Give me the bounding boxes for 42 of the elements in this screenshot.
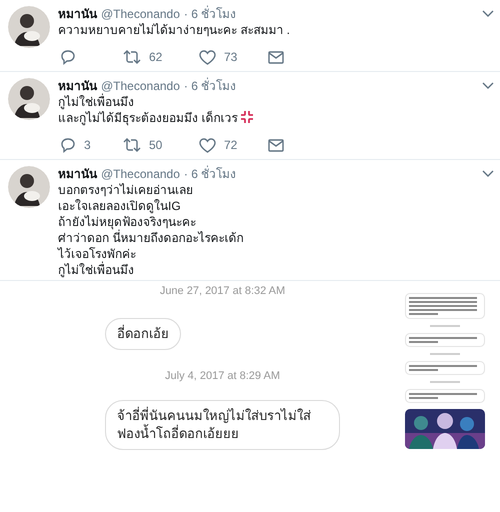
- count: 73: [224, 49, 238, 66]
- timestamp[interactable]: · 6 ชั่วโมง: [184, 6, 236, 22]
- display-name[interactable]: หมานัน: [58, 6, 97, 22]
- message-date: July 4, 2017 at 8:29 AM: [165, 370, 280, 382]
- message-bubble: อี่ดอกเอ้ย: [105, 318, 181, 350]
- user-handle[interactable]: @Theconando: [101, 6, 180, 22]
- mail-icon[interactable]: [268, 138, 284, 152]
- tweet-text: ความหยาบคายไม่ได้มาง่ายๆนะคะ สะสมมา .: [58, 23, 290, 37]
- message-date: June 27, 2017 at 8:32 AM: [160, 285, 286, 297]
- tweet-text: เอะใจเลยลองเปิดดูในIG: [58, 199, 181, 213]
- count: 62: [149, 49, 162, 66]
- timestamp[interactable]: · 6 ชั่วโมง: [184, 166, 236, 182]
- tweet-text: กูไม่ใช่เพื่อนมึง: [58, 263, 134, 277]
- display-name[interactable]: หมานัน: [58, 78, 97, 94]
- reply-icon[interactable]: [60, 49, 76, 65]
- tweet-text: บอกตรงๆว่าไม่เคยอ่านเลย: [58, 183, 193, 197]
- heart-icon[interactable]: [199, 50, 216, 64]
- user-handle[interactable]: @Theconando: [101, 78, 180, 94]
- tweet-text: ศ่าว่าดอก นี่หมายถึงดอกอะไรคะเด้ก: [58, 231, 244, 245]
- count: 72: [224, 137, 238, 154]
- message-bubble: จ้าอี่พี่นันคนนมใหญ่ไม่ใส่บราไม่ใส่ฟองน้ำโถอี่ดอกเอ้ยยย: [105, 400, 340, 450]
- heart-icon[interactable]: [199, 138, 216, 152]
- avatar[interactable]: [8, 6, 50, 48]
- count: 3: [84, 137, 91, 154]
- retweet-icon[interactable]: [123, 50, 141, 64]
- mail-icon[interactable]: [268, 50, 284, 64]
- retweet-icon[interactable]: [123, 138, 141, 152]
- avatar[interactable]: [8, 166, 50, 208]
- reply-icon[interactable]: [60, 137, 76, 153]
- chevron-down-icon[interactable]: [482, 170, 494, 178]
- tweet-text: ไว้เจอโรงพักค่ะ: [58, 247, 136, 261]
- count: 50: [149, 137, 162, 154]
- anger-icon: [240, 110, 254, 124]
- avatar[interactable]: [8, 78, 50, 120]
- tweet-text: ถ้ายังไม่หยุดฟ้องจริงๆนะคะ: [58, 215, 196, 229]
- user-handle[interactable]: @Theconando: [101, 166, 180, 182]
- display-name[interactable]: หมานัน: [58, 166, 97, 182]
- timestamp[interactable]: · 6 ชั่วโมง: [184, 78, 236, 94]
- chevron-down-icon[interactable]: [482, 82, 494, 90]
- tweet-text: กูไม่ใช่เพื่อนมึง: [58, 95, 134, 109]
- tweet-text: และกูไม่ได้มีธุระต้องยอมมึง เด็กเวร: [58, 111, 238, 125]
- chevron-down-icon[interactable]: [482, 10, 494, 18]
